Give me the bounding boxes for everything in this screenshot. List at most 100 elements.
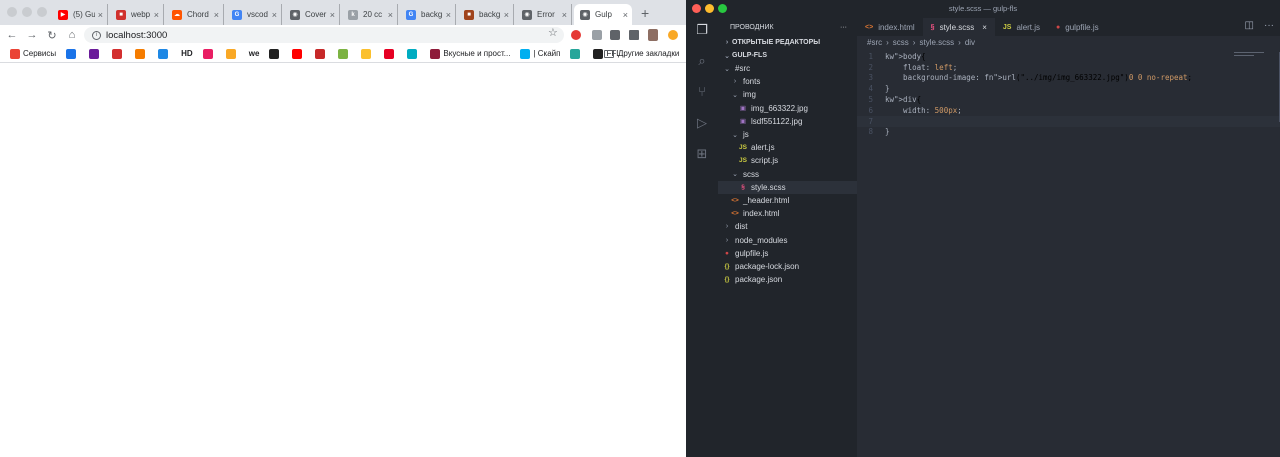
browser-tab[interactable]: k 20 сс ×: [342, 4, 398, 25]
split-editor-icon[interactable]: ◫: [1245, 20, 1254, 31]
opera-extension-icon[interactable]: [571, 30, 581, 40]
code-line[interactable]: 8}: [857, 127, 1280, 138]
code-line[interactable]: 2 float: left;: [857, 62, 1280, 73]
source-control-icon[interactable]: ⑂: [694, 84, 710, 100]
breadcrumb-item[interactable]: style.scss: [919, 38, 954, 47]
editor-tab[interactable]: § style.scss ×: [922, 18, 995, 36]
bookmark-item[interactable]: HD: [181, 49, 193, 58]
breadcrumb-item[interactable]: scss: [893, 38, 909, 47]
zoom-window-button[interactable]: [37, 7, 47, 17]
more-actions-icon[interactable]: ···: [840, 24, 847, 31]
bookmark-item[interactable]: [570, 48, 583, 59]
bookmark-item[interactable]: Сервисы: [10, 48, 56, 59]
browser-tab[interactable]: Gbackg ×: [400, 4, 456, 25]
breadcrumb-item[interactable]: #src: [867, 38, 882, 47]
code-line[interactable]: 3 background-image: fn">url ("../img/img_…: [857, 73, 1280, 84]
bookmark-item[interactable]: we: [249, 49, 260, 58]
forward-icon[interactable]: →: [24, 29, 40, 41]
tree-file[interactable]: {} package-lock.json: [718, 260, 857, 273]
bookmark-item[interactable]: Вкусные и прост...: [430, 48, 510, 59]
close-tab-icon[interactable]: ×: [562, 10, 567, 20]
update-menu-icon[interactable]: [668, 30, 678, 40]
code-line[interactable]: 4}: [857, 83, 1280, 94]
bookmark-item[interactable]: | Скайп: [520, 48, 560, 59]
editor-scrollbar[interactable]: [1276, 52, 1280, 122]
reading-list-icon[interactable]: [629, 30, 639, 40]
browser-tab[interactable]: ☁ Chord ×: [166, 4, 224, 25]
code-line[interactable]: 5 kw">div {: [857, 94, 1280, 105]
tree-file[interactable]: JS script.js: [718, 154, 857, 167]
profile-avatar[interactable]: [648, 29, 658, 41]
code-editor[interactable]: 1 kw">body {2 float: left; 3 background-im…: [857, 51, 1280, 137]
bookmark-item[interactable]: [292, 48, 305, 59]
browser-tab[interactable]: ■ webp ×: [110, 4, 164, 25]
bookmark-item[interactable]: [202, 48, 216, 59]
close-tab-icon[interactable]: ×: [154, 10, 159, 20]
extensions-icon[interactable]: ⊞: [694, 146, 710, 162]
tree-file[interactable]: JS alert.js: [718, 141, 857, 154]
bookmark-item[interactable]: [158, 48, 171, 59]
tree-folder[interactable]: › node_modules: [718, 233, 857, 246]
tree-folder[interactable]: ⌄ js: [718, 128, 857, 141]
open-editors-section[interactable]: › ОТКРЫТЫЕ РЕДАКТОРЫ: [718, 36, 857, 49]
code-line[interactable]: 1 kw">body {: [857, 51, 1280, 62]
code-line[interactable]: 6 width: 500px;: [857, 105, 1280, 116]
bookmark-item[interactable]: [361, 48, 374, 59]
browser-tab[interactable]: Gvscod ×: [226, 4, 282, 25]
editor-tab[interactable]: ● gulpfile.js: [1048, 18, 1107, 36]
back-icon[interactable]: ←: [4, 29, 20, 41]
bookmark-item[interactable]: [225, 48, 239, 59]
tree-folder[interactable]: › fonts: [718, 75, 857, 88]
bookmark-item[interactable]: [89, 48, 102, 59]
bookmark-item[interactable]: [112, 48, 125, 59]
zoom-window-button[interactable]: [718, 4, 727, 13]
bookmark-item[interactable]: [407, 48, 420, 59]
new-tab-button[interactable]: +: [641, 5, 649, 21]
bookmark-item[interactable]: [338, 48, 351, 59]
close-window-button[interactable]: [692, 4, 701, 13]
explorer-icon[interactable]: ❐: [694, 22, 710, 38]
close-tab-icon[interactable]: ×: [446, 10, 451, 20]
bookmark-item[interactable]: [135, 48, 148, 59]
close-tab-icon[interactable]: ×: [623, 10, 628, 20]
browser-tab[interactable]: ■ backg ×: [458, 4, 514, 25]
close-tab-icon[interactable]: ×: [504, 10, 509, 20]
browser-tab[interactable]: ◉ Cover ×: [284, 4, 340, 25]
shield-extension-icon[interactable]: [592, 30, 602, 40]
bookmark-item[interactable]: [66, 48, 79, 59]
run-debug-icon[interactable]: ▷: [694, 115, 710, 131]
tree-file[interactable]: <> _header.html: [718, 194, 857, 207]
browser-tab[interactable]: ◉ Error ×: [516, 4, 572, 25]
address-bar[interactable]: i localhost:3000: [84, 27, 564, 43]
bookmark-item[interactable]: [384, 48, 397, 59]
home-icon[interactable]: ⌂: [64, 29, 80, 41]
tree-file[interactable]: ● gulpfile.js: [718, 247, 857, 260]
tree-folder[interactable]: ⌄ img: [718, 88, 857, 101]
tree-folder[interactable]: › dist: [718, 220, 857, 233]
info-icon[interactable]: i: [92, 30, 101, 40]
tree-file[interactable]: <> index.html: [718, 207, 857, 220]
reload-icon[interactable]: ↻: [44, 29, 60, 42]
minimap[interactable]: [1234, 52, 1270, 60]
bookmark-star-icon[interactable]: ☆: [548, 26, 558, 39]
close-tab-icon[interactable]: ×: [214, 10, 219, 20]
tree-file[interactable]: ▣ img_663322.jpg: [718, 102, 857, 115]
breadcrumb-item[interactable]: div: [965, 38, 975, 47]
extensions-puzzle-icon[interactable]: [610, 30, 620, 40]
page-content[interactable]: [0, 64, 686, 457]
close-tab-icon[interactable]: ×: [388, 10, 393, 20]
bookmark-item[interactable]: [315, 48, 328, 59]
other-bookmarks[interactable]: Другие закладки: [604, 49, 679, 58]
tree-file[interactable]: ▣ lsdf551122.jpg: [718, 115, 857, 128]
tree-folder[interactable]: ⌄ #src: [718, 62, 857, 75]
close-tab-icon[interactable]: ×: [272, 10, 277, 20]
more-actions-icon[interactable]: ···: [1264, 20, 1274, 31]
close-tab-icon[interactable]: ×: [98, 10, 103, 20]
tree-file[interactable]: {} package.json: [718, 273, 857, 286]
close-tab-icon[interactable]: ×: [982, 23, 987, 32]
tree-folder[interactable]: ⌄ scss: [718, 168, 857, 181]
browser-tab[interactable]: ◉ Gulp ×: [574, 4, 632, 25]
editor-tab[interactable]: <> index.html: [857, 18, 923, 36]
close-window-button[interactable]: [7, 7, 17, 17]
tree-file[interactable]: § style.scss: [718, 180, 857, 194]
